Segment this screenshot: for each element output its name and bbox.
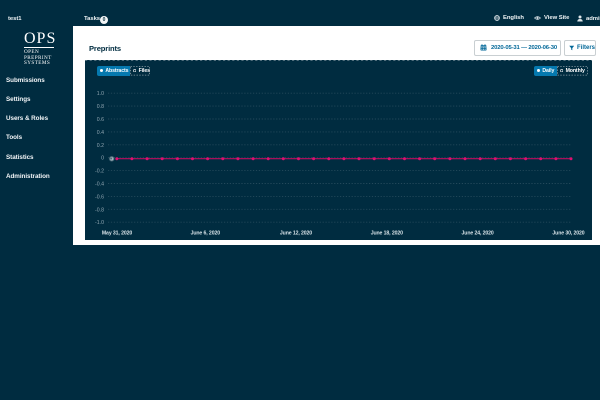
- svg-text:June 6, 2020: June 6, 2020: [191, 230, 221, 236]
- svg-text:June 30, 2020: June 30, 2020: [552, 230, 584, 236]
- svg-text:June 18, 2020: June 18, 2020: [371, 230, 403, 236]
- svg-text:-0.4: -0.4: [95, 182, 104, 188]
- svg-text:0.8: 0.8: [97, 104, 104, 110]
- svg-text:June 12, 2020: June 12, 2020: [280, 230, 312, 236]
- svg-text:June 24, 2020: June 24, 2020: [462, 230, 494, 236]
- svg-text:0.2: 0.2: [97, 143, 104, 149]
- svg-text:-0.6: -0.6: [95, 194, 104, 200]
- svg-text:1.0: 1.0: [97, 91, 104, 97]
- svg-text:0.6: 0.6: [97, 117, 104, 123]
- svg-text:-1.0: -1.0: [95, 220, 104, 226]
- svg-text:-0.2: -0.2: [95, 169, 104, 175]
- svg-text:0: 0: [101, 156, 104, 162]
- svg-text:0.4: 0.4: [97, 130, 104, 136]
- svg-text:May 31, 2020: May 31, 2020: [102, 230, 132, 236]
- svg-text:-0.8: -0.8: [95, 207, 104, 213]
